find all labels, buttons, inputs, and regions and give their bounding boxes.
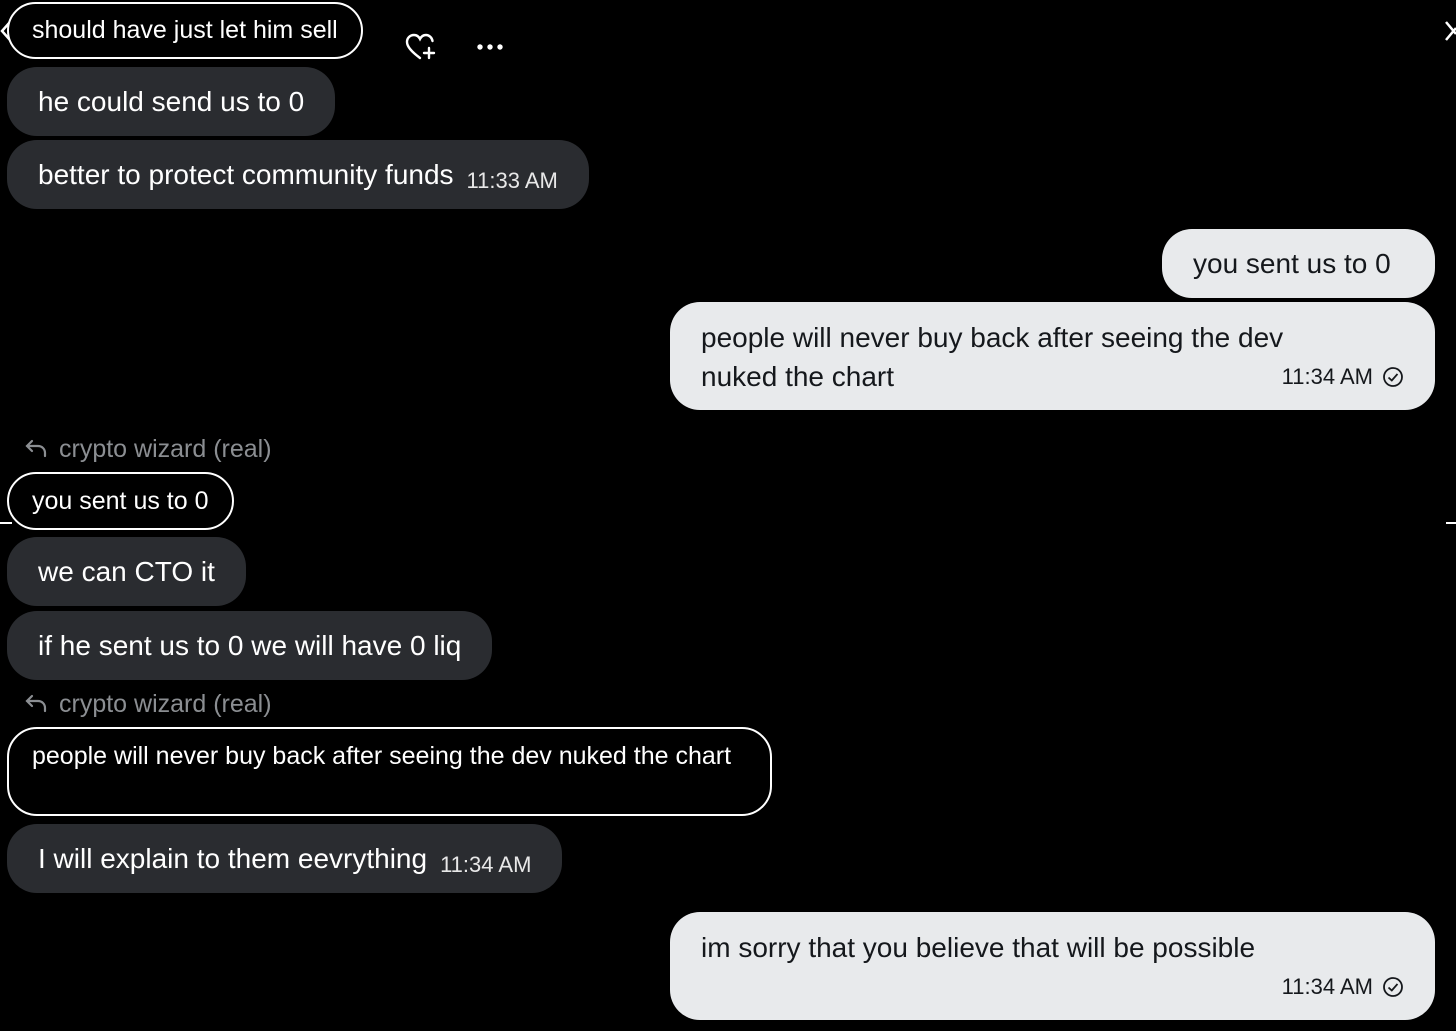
more-icon <box>477 44 503 50</box>
message-bubble[interactable]: if he sent us to 0 we will have 0 liq <box>7 611 493 680</box>
reply-recipient: crypto wizard (real) <box>59 434 272 463</box>
message-text: I will explain to them eevrything <box>38 843 428 874</box>
message-bubble[interactable]: people will never buy back after seeing … <box>670 302 1435 410</box>
message-bubble[interactable]: he could send us to 0 <box>7 67 336 136</box>
quoted-text: you sent us to 0 <box>32 487 209 515</box>
quoted-message[interactable]: people will never buy back after seeing … <box>7 727 772 816</box>
more-options-button[interactable] <box>474 36 506 58</box>
reply-arrow-icon <box>25 439 47 458</box>
message-bubble[interactable]: you sent us to 0 <box>1162 229 1435 298</box>
heart-plus-icon <box>405 33 436 60</box>
react-button[interactable] <box>404 32 438 62</box>
message-bubble[interactable]: im sorry that you believe that will be p… <box>670 912 1435 1020</box>
message-text-line: people will never buy back after seeing … <box>701 322 1284 353</box>
message-bubble[interactable]: better to protect community funds 11:33 A… <box>7 140 589 209</box>
message-text: im sorry that you believe that will be p… <box>701 932 1256 963</box>
scroll-tick-icon <box>1446 522 1456 524</box>
sent-check-icon <box>1383 976 1403 997</box>
sent-check-icon <box>1383 366 1403 387</box>
message-timestamp: 11:34 AM <box>1281 364 1373 389</box>
reply-recipient: crypto wizard (real) <box>59 689 272 718</box>
message-timestamp: 11:33 AM <box>466 168 558 193</box>
message-text: we can CTO it <box>38 556 215 587</box>
quoted-text: people will never buy back after seeing … <box>32 742 732 770</box>
message-meta: 11:34 AM <box>1282 357 1404 396</box>
quoted-message[interactable]: should have just let him sell <box>7 2 363 59</box>
message-text: if he sent us to 0 we will have 0 liq <box>38 630 462 661</box>
close-icon <box>1445 21 1456 41</box>
reply-header: crypto wizard (real) <box>24 687 272 721</box>
message-text: better to protect community funds <box>38 159 454 190</box>
reply-arrow-icon <box>25 694 47 713</box>
message-meta: 11:34 AM <box>1282 967 1404 1006</box>
message-timestamp: 11:34 AM <box>1281 974 1373 999</box>
message-text: he could send us to 0 <box>38 86 305 117</box>
quoted-text: should have just let him sell <box>32 16 338 44</box>
message-timestamp: 11:34 AM <box>440 852 532 877</box>
quoted-message[interactable]: you sent us to 0 <box>7 472 234 530</box>
message-bubble[interactable]: we can CTO it <box>7 537 246 606</box>
message-text: you sent us to 0 <box>1193 248 1391 279</box>
reply-header: crypto wizard (real) <box>24 432 272 466</box>
message-bubble[interactable]: I will explain to them eevrything 11:34 A… <box>7 824 563 893</box>
